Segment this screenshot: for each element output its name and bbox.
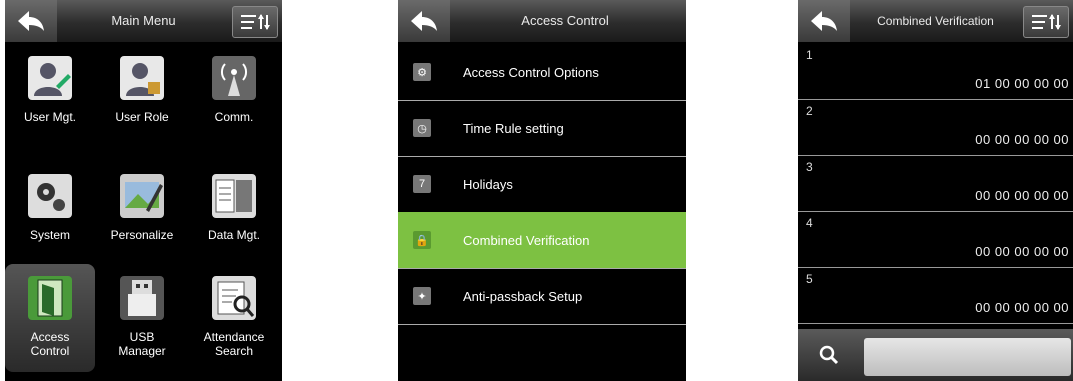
menu-item-data-mgt[interactable]: Data Mgt. bbox=[189, 162, 279, 270]
row-index: 1 bbox=[806, 48, 813, 62]
door-icon bbox=[26, 274, 74, 322]
top-bar: Combined Verification bbox=[798, 0, 1073, 42]
menu-item-user-role[interactable]: User Role bbox=[97, 44, 187, 152]
menu-item-label: Access Control bbox=[30, 330, 70, 358]
user-lock-icon bbox=[118, 54, 166, 102]
back-arrow-icon bbox=[411, 11, 437, 31]
menu-item-label: USB Manager bbox=[118, 330, 166, 358]
user-edit-icon bbox=[26, 54, 74, 102]
search-icon bbox=[819, 345, 839, 365]
row-value: 00 00 00 00 00 bbox=[975, 188, 1069, 203]
main-menu-screen: Main Menu User Mgt. User Role Comm. System P… bbox=[5, 0, 282, 381]
usb-drive-icon bbox=[118, 274, 166, 322]
row-index: 3 bbox=[806, 160, 813, 174]
settings-doc-icon: ⚙ bbox=[413, 63, 431, 81]
calendar-icon: 7 bbox=[413, 175, 431, 193]
menu-item-label: System bbox=[29, 228, 70, 242]
list-item-label: Access Control Options bbox=[463, 64, 599, 80]
list-item[interactable]: ✦ Anti-passback Setup bbox=[398, 268, 686, 325]
person-arrows-icon: ✦ bbox=[413, 287, 431, 305]
sort-menu-icon bbox=[241, 14, 270, 30]
menu-item-label: User Role bbox=[115, 110, 169, 124]
back-arrow-icon bbox=[811, 11, 837, 31]
row-index: 4 bbox=[806, 216, 813, 230]
back-arrow-icon bbox=[18, 11, 44, 31]
report-search-icon bbox=[210, 274, 258, 322]
row-value: 01 00 00 00 00 bbox=[975, 76, 1069, 91]
combined-verification-screen: Combined Verification 1 01 00 00 00 00 2 00… bbox=[798, 0, 1073, 381]
table-row[interactable]: 5 00 00 00 00 00 bbox=[798, 268, 1073, 324]
table-row[interactable]: 3 00 00 00 00 00 bbox=[798, 156, 1073, 212]
top-bar: Main Menu bbox=[5, 0, 282, 42]
access-control-screen: Access Control ⚙ Access Control Options ◷ T… bbox=[398, 0, 686, 381]
menu-item-system[interactable]: System bbox=[5, 162, 95, 270]
sort-menu-icon bbox=[1032, 14, 1061, 30]
row-value: 00 00 00 00 00 bbox=[975, 244, 1069, 259]
menu-button[interactable] bbox=[1023, 6, 1069, 38]
list-item[interactable]: ⚙ Access Control Options bbox=[398, 44, 686, 101]
page-title: Main Menu bbox=[111, 13, 176, 28]
locks-icon: 🔒 bbox=[413, 231, 431, 249]
menu-item-comm[interactable]: Comm. bbox=[189, 44, 279, 152]
search-button[interactable] bbox=[798, 329, 860, 381]
picture-edit-icon bbox=[118, 172, 166, 220]
row-value: 00 00 00 00 00 bbox=[975, 132, 1069, 147]
antenna-icon bbox=[210, 54, 258, 102]
table-row[interactable]: 1 01 00 00 00 00 bbox=[798, 44, 1073, 100]
menu-item-attendance-search[interactable]: Attendance Search bbox=[189, 264, 279, 372]
row-index: 2 bbox=[806, 104, 813, 118]
menu-item-label: Comm. bbox=[214, 110, 254, 124]
back-button[interactable] bbox=[798, 0, 850, 42]
search-bar bbox=[798, 329, 1073, 381]
back-button[interactable] bbox=[398, 0, 450, 42]
page-title: Access Control bbox=[521, 13, 609, 28]
menu-item-label: Data Mgt. bbox=[207, 228, 261, 242]
page-title: Combined Verification bbox=[877, 14, 994, 28]
menu-item-label: Personalize bbox=[110, 228, 174, 242]
menu-item-personalize[interactable]: Personalize bbox=[97, 162, 187, 270]
gears-icon bbox=[26, 172, 74, 220]
menu-item-label: Attendance Search bbox=[203, 330, 265, 358]
menu-item-label: User Mgt. bbox=[23, 110, 76, 124]
top-bar: Access Control bbox=[398, 0, 686, 42]
menu-item-usb-manager[interactable]: USB Manager bbox=[97, 264, 187, 372]
back-button[interactable] bbox=[5, 0, 57, 42]
list-item-label: Holidays bbox=[463, 176, 513, 192]
menu-item-access-control[interactable]: Access Control bbox=[5, 264, 95, 372]
table-row[interactable]: 4 00 00 00 00 00 bbox=[798, 212, 1073, 268]
list-item[interactable]: ◷ Time Rule setting bbox=[398, 100, 686, 157]
menu-item-user-mgt[interactable]: User Mgt. bbox=[5, 44, 95, 152]
table-row[interactable]: 2 00 00 00 00 00 bbox=[798, 100, 1073, 156]
clock-icon: ◷ bbox=[413, 119, 431, 137]
search-input[interactable] bbox=[864, 338, 1071, 376]
list-item-label: Time Rule setting bbox=[463, 120, 564, 136]
list-item[interactable]: 🔒 Combined Verification bbox=[398, 212, 686, 269]
list-item[interactable]: 7 Holidays bbox=[398, 156, 686, 213]
row-value: 00 00 00 00 00 bbox=[975, 300, 1069, 315]
list-item-label: Combined Verification bbox=[463, 232, 590, 248]
menu-button[interactable] bbox=[232, 6, 278, 38]
list-item-label: Anti-passback Setup bbox=[463, 288, 583, 304]
row-index: 5 bbox=[806, 272, 813, 286]
server-icon bbox=[210, 172, 258, 220]
